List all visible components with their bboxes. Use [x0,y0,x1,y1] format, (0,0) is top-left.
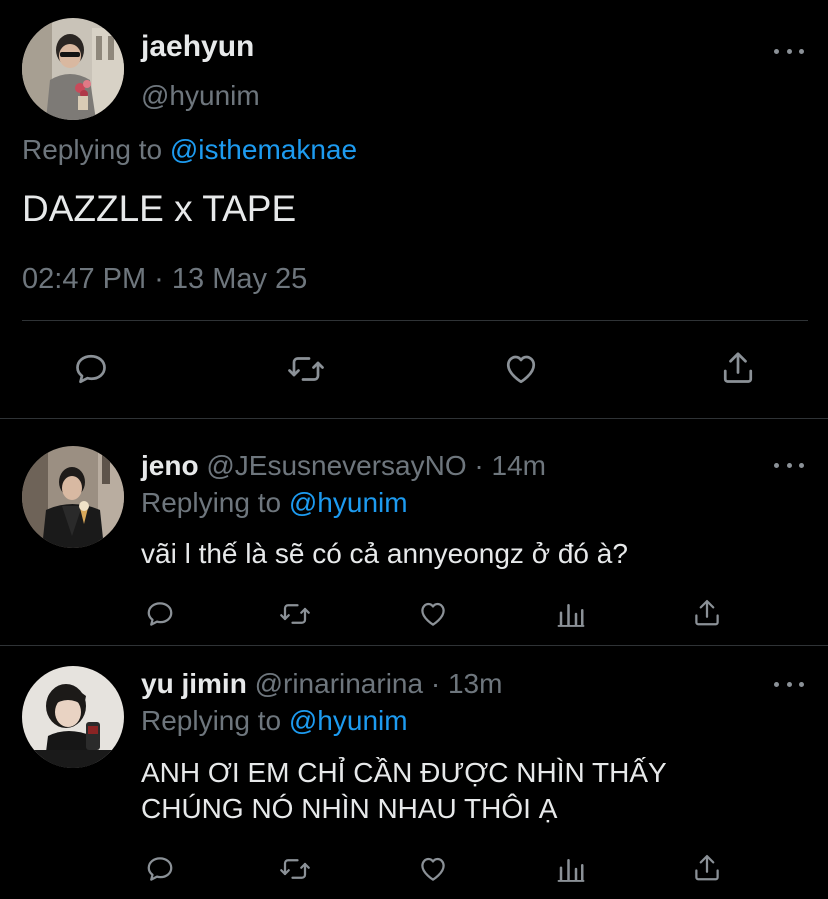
avatar[interactable] [22,666,124,768]
share-icon[interactable] [720,349,756,387]
reply-tweet: yu jimin @rinarinarina · 13m Replying to… [0,646,828,899]
reply-icon[interactable] [145,854,175,884]
display-name[interactable]: jeno [141,450,199,481]
reply-icon[interactable] [73,351,109,387]
reply-text: vãi l thế là sẽ có cả annyeongz ở đó à? [141,538,628,569]
retweet-icon[interactable] [286,351,326,387]
main-tweet: jaehyun @hyunim Replying to @isthemaknae… [0,0,828,418]
more-options-icon[interactable] [774,459,804,471]
more-options-icon[interactable] [774,678,804,690]
reply-time[interactable]: · 14m [474,450,546,481]
reply-time[interactable]: · 13m [431,668,503,699]
analytics-icon[interactable] [556,854,586,884]
handle[interactable]: @JEsusneversayNO [206,450,466,481]
replying-to-line: Replying to @isthemaknae [22,133,357,167]
replying-to-label: Replying to [141,487,282,518]
tweet-text: DAZZLE x TAPE [22,188,297,229]
like-icon[interactable] [417,599,449,629]
tweet-timestamp[interactable]: 02:47 PM · 13 May 25 [22,262,307,296]
reply-header: jeno @JEsusneversayNO · 14m [141,449,546,483]
like-icon[interactable] [417,854,449,884]
replying-to-line: Replying to @hyunim [141,486,408,520]
like-icon[interactable] [502,351,540,387]
divider [22,320,808,321]
reply-text-line: ANH ƠI EM CHỈ CẦN ĐƯỢC NHÌN THẤY [141,757,667,788]
analytics-icon[interactable] [556,599,586,629]
handle[interactable]: @rinarinarina [255,668,424,699]
avatar[interactable] [22,446,124,548]
reply-text-line: CHÚNG NÓ NHÌN NHAU THÔI Ạ [141,793,558,824]
display-name[interactable]: jaehyun [141,30,254,64]
handle[interactable]: @hyunim [141,80,260,112]
replying-to-link[interactable]: @hyunim [289,487,408,518]
share-icon[interactable] [692,852,722,884]
reply-header: yu jimin @rinarinarina · 13m [141,667,502,701]
replying-to-label: Replying to [22,134,163,165]
replying-to-label: Replying to [141,705,282,736]
display-name[interactable]: yu jimin [141,668,247,699]
replying-to-link[interactable]: @isthemaknae [170,134,357,165]
reply-tweet: jeno @JEsusneversayNO · 14m Replying to … [0,419,828,645]
retweet-icon[interactable] [278,599,312,629]
more-options-icon[interactable] [774,45,804,57]
avatar[interactable] [22,18,124,120]
replying-to-line: Replying to @hyunim [141,704,408,738]
reply-icon[interactable] [145,599,175,629]
share-icon[interactable] [692,597,722,629]
replying-to-link[interactable]: @hyunim [289,705,408,736]
retweet-icon[interactable] [278,854,312,884]
